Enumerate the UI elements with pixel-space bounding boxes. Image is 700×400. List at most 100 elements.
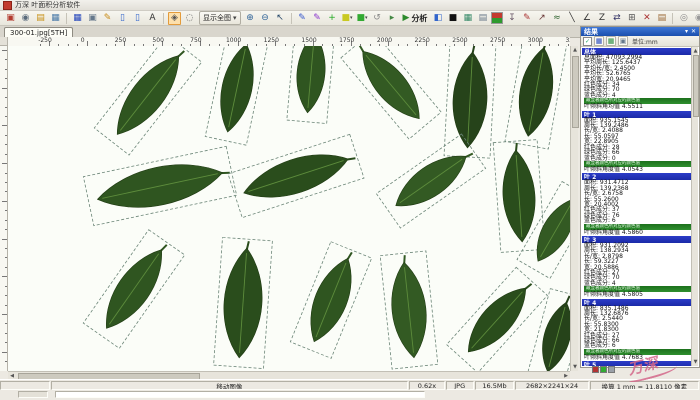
leaf[interactable] [83, 230, 184, 349]
panel-scroll-down-icon[interactable]: ▼ [692, 358, 699, 366]
export-icon[interactable]: ↧ [505, 12, 518, 25]
horizontal-scrollbar[interactable]: ◀ ▶ [8, 371, 570, 379]
leaf[interactable] [376, 134, 485, 228]
print-icon[interactable]: ▣ [86, 12, 99, 25]
leaf[interactable] [505, 46, 567, 149]
add-region-icon[interactable]: + [326, 12, 339, 25]
image-tool-icon[interactable]: ▤ [476, 12, 489, 25]
panel-pin-icon[interactable]: ▾ [685, 28, 688, 35]
z-order-icon[interactable]: Z [595, 12, 608, 25]
delete-icon[interactable]: ✕ [640, 12, 653, 25]
mask-icon[interactable]: ■ [446, 12, 459, 25]
ruler-tick [5, 78, 7, 79]
vscroll-thumb[interactable] [572, 56, 579, 128]
ruler-tick [5, 144, 7, 145]
step-icon[interactable]: ▸ [386, 12, 399, 25]
results-list[interactable]: 总体总面积: 47093.2994平均周长: 125.6437平均长/宽: 2.… [582, 47, 693, 366]
pen2-icon[interactable]: ✎ [311, 12, 324, 25]
grid-tool-icon[interactable]: ▦ [461, 12, 474, 25]
ruler-label: 0 [81, 37, 85, 44]
pan-tool-icon[interactable]: ◈ [168, 12, 181, 25]
ruler-tick [5, 295, 7, 296]
title-bar: 万深 叶面积分析软件 [0, 0, 700, 11]
vertical-scrollbar[interactable]: ▲ ▼ [570, 46, 578, 371]
table-icon[interactable]: ⊞ [625, 12, 638, 25]
zoom-in-icon[interactable]: ⊕ [244, 12, 257, 25]
panel-close-icon[interactable]: ✕ [691, 28, 696, 35]
leaf[interactable] [380, 251, 438, 369]
color-flag-icon[interactable] [491, 12, 503, 24]
save-results-icon[interactable]: ▦ [594, 36, 604, 46]
image-canvas[interactable] [8, 46, 570, 371]
leaf[interactable] [205, 46, 269, 145]
ruler-tick [2, 50, 7, 51]
leaf[interactable] [290, 242, 371, 359]
curve-icon[interactable]: ≈ [550, 12, 563, 25]
arrow-tool-icon[interactable]: ↗ [535, 12, 548, 25]
panel-scroll-up-icon[interactable]: ▲ [692, 47, 699, 55]
new-icon[interactable]: ▣ [4, 12, 17, 25]
ruler-tick [5, 210, 7, 211]
unit-label[interactable]: 单位:mm [632, 37, 658, 46]
ruler-label: 1000 [226, 37, 241, 44]
panel-scroll-thumb[interactable] [693, 55, 699, 117]
line-icon[interactable]: ╲ [565, 12, 578, 25]
panel-scrollbar[interactable]: ▲ ▼ [691, 47, 698, 366]
camera-icon[interactable]: ◉ [19, 12, 32, 25]
tilt-angle-row: 叶倾斜角度值 4.5805 [582, 292, 693, 297]
leaf[interactable] [83, 146, 236, 225]
edit-icon[interactable]: ✎ [101, 12, 114, 25]
pointer-icon[interactable]: ↖ [274, 12, 287, 25]
ruler-label: 2250 [415, 37, 430, 44]
class-green-icon[interactable]: ■▾ [356, 12, 369, 25]
ruler-tick [5, 97, 7, 98]
fit-view-button[interactable]: 显示全图▾ [199, 11, 241, 25]
ruler-tick [5, 59, 7, 60]
leaf[interactable] [214, 237, 273, 368]
save-icon[interactable]: ▦ [71, 12, 84, 25]
notes-icon[interactable]: ▤ [655, 12, 668, 25]
analyze-button[interactable]: ▶分析 [403, 13, 428, 24]
undo-icon[interactable]: ↺ [371, 12, 384, 25]
ruler-tick [2, 163, 7, 164]
print-results-icon[interactable]: ▣ [618, 36, 628, 46]
leaf[interactable] [493, 140, 545, 253]
results-checkbox[interactable]: ✓ [583, 37, 592, 46]
info-icon[interactable]: ◉ [692, 12, 700, 25]
leaf[interactable] [444, 46, 496, 158]
text-tool-icon[interactable]: A [146, 12, 159, 25]
scroll-down-icon[interactable]: ▼ [571, 363, 579, 371]
ruler-tick [5, 229, 7, 230]
status-cell: 移动图像 [51, 381, 408, 390]
ruler-tick [5, 173, 7, 174]
leaf[interactable] [527, 289, 570, 371]
leaf[interactable] [341, 46, 441, 139]
scroll-up-icon[interactable]: ▲ [571, 46, 579, 54]
leaf[interactable] [94, 46, 201, 155]
leaf[interactable] [228, 134, 364, 217]
results-panel: 结果 ▾ ✕ ✓ ▦ ▦ ▣ 单位:mm 总体总面积: 47093.2994平均… [580, 26, 700, 368]
pen-icon[interactable]: ✎ [296, 12, 309, 25]
leaf[interactable] [287, 46, 335, 124]
ruler-label: 1500 [301, 37, 316, 44]
page-icon[interactable]: ▯ [116, 12, 129, 25]
flip-icon[interactable]: ⇄ [610, 12, 623, 25]
copy-icon[interactable]: ▯ [131, 12, 144, 25]
palette-icon[interactable]: ◧ [431, 12, 444, 25]
zoom-out-icon[interactable]: ⊖ [259, 12, 272, 25]
ruler-label: -250 [38, 37, 52, 44]
gallery-icon[interactable]: ▦ [49, 12, 62, 25]
angle-icon[interactable]: ∠ [580, 12, 593, 25]
ruler-tick [2, 239, 7, 240]
export-excel-icon[interactable]: ▦ [606, 36, 616, 46]
measure-icon[interactable]: ✎ [520, 12, 533, 25]
region-select-icon[interactable]: ◌ [183, 12, 196, 25]
class-yellow-icon[interactable]: ■▾ [341, 12, 354, 25]
toolbar-separator [66, 13, 67, 24]
open-image-icon[interactable]: ▤ [34, 12, 47, 25]
ruler-label: 2750 [490, 37, 505, 44]
globe-icon[interactable]: ◎ [677, 12, 690, 25]
leaf-blade [351, 46, 430, 128]
ruler-tick [5, 135, 7, 136]
ruler-tick [2, 352, 7, 353]
